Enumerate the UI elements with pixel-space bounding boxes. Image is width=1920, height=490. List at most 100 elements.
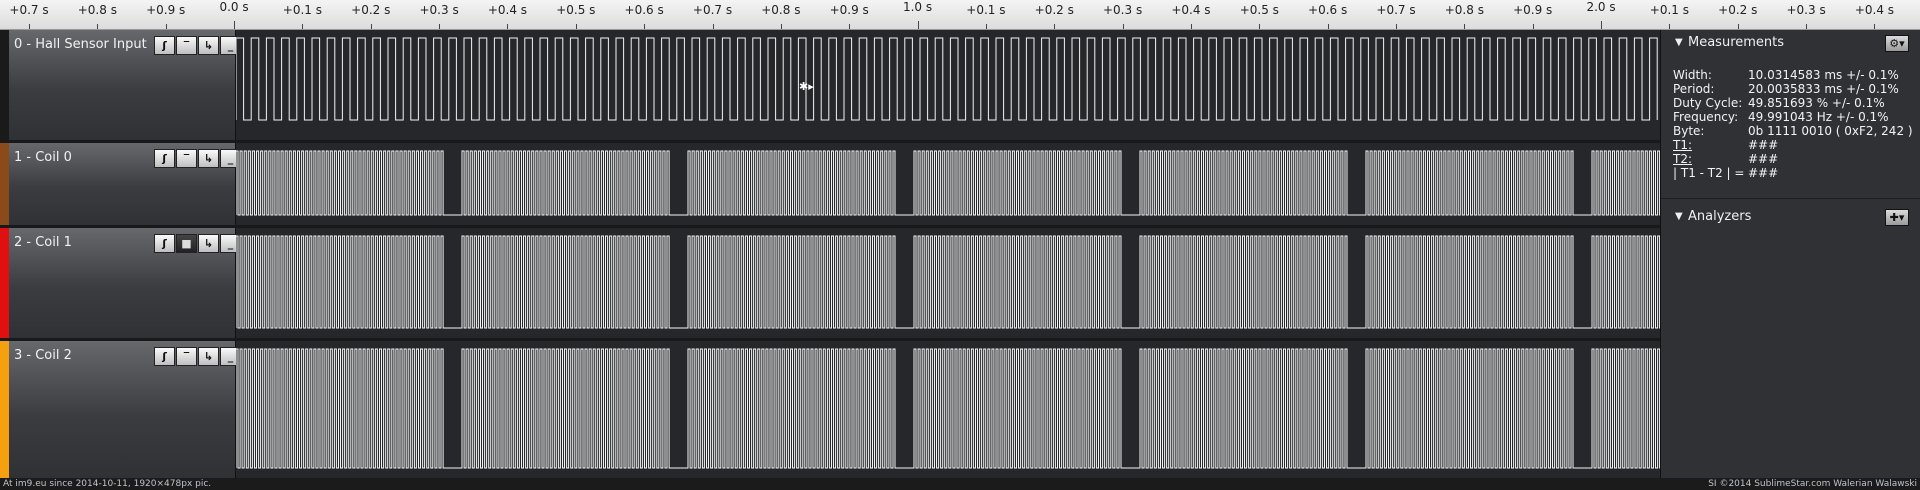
- trigger-edge-button[interactable]: ʃ: [154, 234, 175, 253]
- measurement-key: T2:: [1673, 152, 1693, 166]
- waveform-svg: [236, 348, 1660, 469]
- measurement-row: T1: ###: [1673, 138, 1778, 152]
- waveform-area[interactable]: [236, 30, 1660, 140]
- ruler-tick-label: +0.1 s: [1649, 3, 1689, 17]
- footer-bar: At im9.eu since 2014-10-11, 1920×478px p…: [0, 478, 1920, 490]
- ruler-tick-label: +0.2 s: [1034, 3, 1074, 17]
- channel-row[interactable]: 2 - Coil 1 ʃ ■ ↳ _: [0, 228, 1660, 338]
- add-analyzer-icon[interactable]: ✚▾: [1885, 209, 1909, 226]
- channel-row[interactable]: 1 - Coil 0 ʃ ‾ ↳ _: [0, 143, 1660, 225]
- footer-right-text: SI ©2014 SublimeStar.com Walerian Walaws…: [1708, 479, 1917, 489]
- measurement-key: | T1 - T2 | =: [1673, 166, 1745, 180]
- signal-trace: [236, 37, 1658, 121]
- channel-name[interactable]: 3 - Coil 2: [14, 348, 72, 363]
- trigger-edge-button[interactable]: ʃ: [154, 347, 175, 366]
- ruler-tick-label: +0.9 s: [1513, 3, 1553, 17]
- measurement-value: ###: [1748, 138, 1779, 152]
- channel-label-panel[interactable]: 3 - Coil 2 ʃ ‾ ↳ _: [0, 341, 241, 478]
- measurement-row: Frequency: 49.991043 Hz +/- 0.1%: [1673, 110, 1889, 124]
- trigger-pulse-button[interactable]: ↳: [198, 347, 219, 366]
- waveform-svg: [236, 150, 1660, 216]
- waveform-svg: [236, 235, 1660, 329]
- ruler-tick-label: +0.5 s: [1239, 3, 1279, 17]
- channel-label-panel[interactable]: 1 - Coil 0 ʃ ‾ ↳ _: [0, 143, 241, 225]
- ruler-tick-label: 2.0 s: [1586, 0, 1616, 14]
- analyzers-title: Analyzers: [1688, 209, 1752, 224]
- time-ruler[interactable]: +0.7 s +0.8 s +0.9 s 0.0 s +0.1 s +0.2 s +0.3 …: [0, 0, 1920, 30]
- ruler-tick-label: +0.9 s: [829, 3, 869, 17]
- ruler-tick-label: +0.1 s: [282, 3, 322, 17]
- signal-trace: [236, 235, 1660, 329]
- waveform-area[interactable]: [236, 228, 1660, 338]
- collapse-triangle-icon[interactable]: ▼: [1675, 211, 1683, 222]
- measurement-value: 49.851693 % +/- 0.1%: [1748, 96, 1885, 110]
- ruler-tick-label: +0.3 s: [1786, 3, 1826, 17]
- channel-color-swatch: [0, 30, 9, 140]
- measurement-value: 10.0314583 ms +/- 0.1%: [1748, 68, 1899, 82]
- ruler-tick-label: +0.3 s: [1102, 3, 1143, 17]
- ruler-tick-label: +0.7 s: [9, 3, 49, 17]
- measurement-key: T1:: [1673, 138, 1693, 152]
- measurement-key: Byte:: [1673, 124, 1705, 138]
- ruler-tick-label: +0.8 s: [761, 3, 801, 17]
- channel-row[interactable]: 0 - Hall Sensor Input ʃ ‾ ↳ _: [0, 30, 1660, 140]
- ruler-tick-label: +0.2 s: [351, 3, 391, 17]
- trigger-high-button[interactable]: ‾: [176, 36, 197, 55]
- channel-name[interactable]: 1 - Coil 0: [14, 150, 72, 165]
- measurement-value: 20.0035833 ms +/- 0.1%: [1748, 82, 1899, 96]
- channel-label-panel[interactable]: 0 - Hall Sensor Input ʃ ‾ ↳ _: [0, 30, 241, 140]
- ruler-tick-label: 0.0 s: [219, 0, 249, 14]
- measurement-row: | T1 - T2 | = ###: [1673, 166, 1778, 180]
- channel-name[interactable]: 0 - Hall Sensor Input: [14, 37, 147, 52]
- channel-name[interactable]: 2 - Coil 1: [14, 235, 72, 250]
- measurement-value: 0b 1111 0010 ( 0xF2, 242 ): [1748, 124, 1913, 138]
- measurement-key: Frequency:: [1673, 110, 1739, 124]
- trigger-pulse-button[interactable]: ↳: [198, 36, 219, 55]
- measurement-row: Width: 10.0314583 ms +/- 0.1%: [1673, 68, 1899, 82]
- measurement-key: Period:: [1673, 82, 1715, 96]
- measurement-row: Period: 20.0035833 ms +/- 0.1%: [1673, 82, 1899, 96]
- signal-trace: [236, 150, 1660, 216]
- ruler-tick-label: +0.1 s: [966, 3, 1006, 17]
- channel-row[interactable]: 3 - Coil 2 ʃ ‾ ↳ _: [0, 341, 1660, 478]
- trigger-edge-button[interactable]: ʃ: [154, 149, 175, 168]
- trigger-buttons: ʃ ‾ ↳ _: [154, 36, 242, 55]
- waveform-svg: [236, 37, 1658, 121]
- channel-color-swatch: [0, 341, 9, 478]
- footer-left-text: At im9.eu since 2014-10-11, 1920×478px p…: [3, 479, 212, 489]
- ruler-tick-label: +0.2 s: [1718, 3, 1758, 17]
- mouse-cursor-icon: ✱▸: [799, 80, 814, 93]
- waveform-area[interactable]: [236, 143, 1660, 225]
- ruler-tick-label: +0.6 s: [1308, 3, 1348, 17]
- measurement-row: Byte: 0b 1111 0010 ( 0xF2, 242 ): [1673, 124, 1913, 138]
- measurement-key: Width:: [1673, 68, 1712, 82]
- trigger-buttons: ʃ ■ ↳ _: [154, 234, 242, 253]
- trigger-buttons: ʃ ‾ ↳ _: [154, 149, 242, 168]
- trigger-high-button[interactable]: ‾: [176, 347, 197, 366]
- trigger-high-button[interactable]: ‾: [176, 149, 197, 168]
- ruler-tick-label: +0.6 s: [624, 3, 664, 17]
- channel-label-panel[interactable]: 2 - Coil 1 ʃ ■ ↳ _: [0, 228, 241, 338]
- trigger-edge-button[interactable]: ʃ: [154, 36, 175, 55]
- ruler-tick-label: +0.9 s: [146, 3, 186, 17]
- measurement-row: T2: ###: [1673, 152, 1778, 166]
- ruler-tick-label: +0.4 s: [1854, 3, 1895, 17]
- measurement-value: ###: [1748, 166, 1779, 180]
- measurement-value: ###: [1748, 152, 1779, 166]
- ruler-tick-label: +0.7 s: [692, 3, 733, 17]
- measurement-key: Duty Cycle:: [1673, 96, 1743, 110]
- channel-color-swatch: [0, 143, 9, 225]
- collapse-triangle-icon[interactable]: ▼: [1675, 37, 1683, 48]
- waveform-area[interactable]: [236, 341, 1660, 478]
- trigger-high-button[interactable]: ■: [176, 234, 197, 253]
- ruler-tick-label: +0.5 s: [556, 3, 596, 17]
- trigger-pulse-button[interactable]: ↳: [198, 149, 219, 168]
- analyzers-header[interactable]: ▼ Analyzers ✚▾: [1661, 204, 1920, 230]
- gear-icon[interactable]: ⚙▾: [1885, 35, 1909, 52]
- ruler-tick-label: +0.3 s: [419, 3, 459, 17]
- trigger-pulse-button[interactable]: ↳: [198, 234, 219, 253]
- measurement-value: 49.991043 Hz +/- 0.1%: [1748, 110, 1889, 124]
- ruler-tick-label: +0.4 s: [487, 3, 528, 17]
- measurements-header[interactable]: ▼ Measurements ⚙▾: [1661, 30, 1920, 56]
- measurements-title: Measurements: [1688, 35, 1785, 50]
